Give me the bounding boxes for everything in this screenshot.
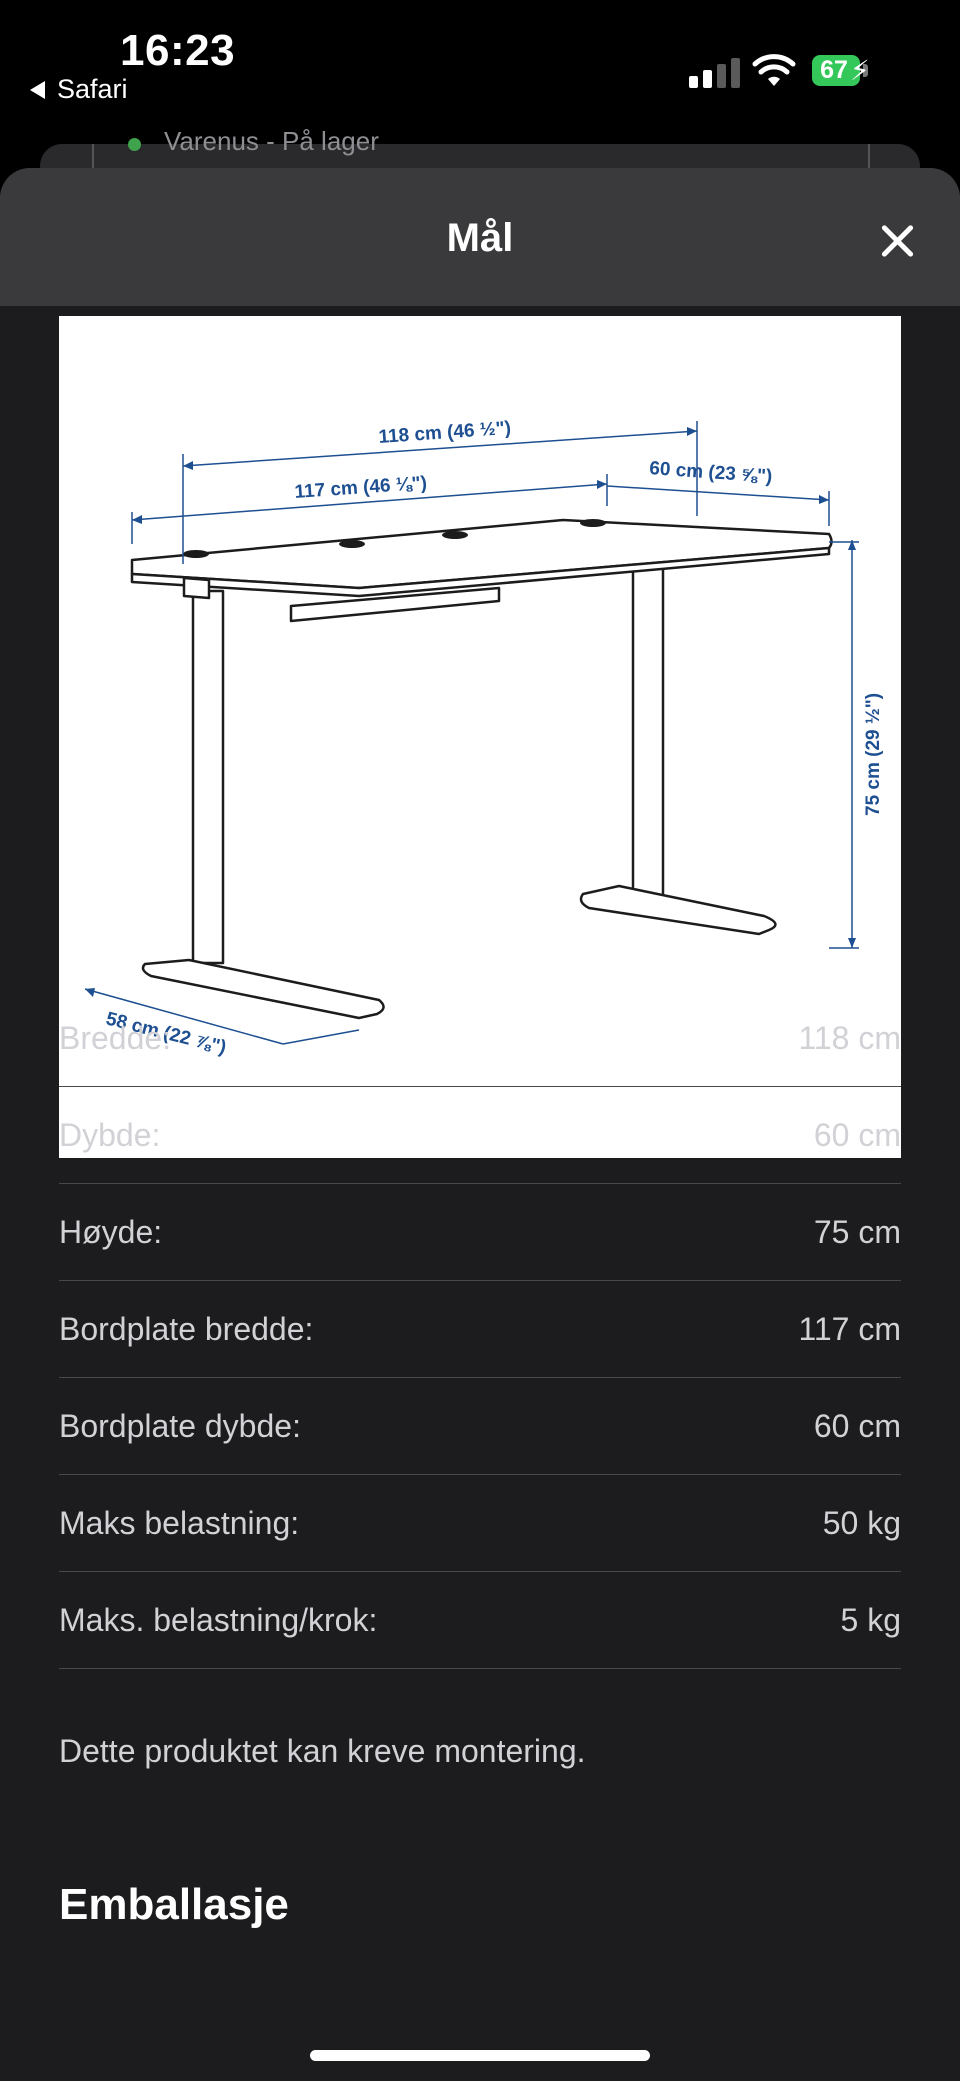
spec-label: Bordplate dybde: bbox=[59, 1407, 301, 1444]
label-height: 75 cm (29 ½") bbox=[863, 693, 884, 816]
leg-bracket bbox=[182, 576, 211, 600]
close-button[interactable] bbox=[874, 218, 920, 264]
charging-bolt-icon: ⚡ bbox=[850, 55, 870, 86]
spec-value: 117 cm bbox=[798, 1310, 901, 1347]
label-top-depth: 60 cm (23 ⅝") bbox=[649, 458, 773, 488]
back-foot bbox=[579, 884, 777, 936]
spec-row: Bordplate bredde: 117 cm bbox=[59, 1281, 901, 1378]
spec-label: Bredde: bbox=[59, 1019, 172, 1056]
cable-hole-4 bbox=[580, 519, 606, 527]
spec-value: 75 cm bbox=[813, 1213, 901, 1250]
spec-value: 5 kg bbox=[840, 1601, 901, 1638]
spec-value: 60 cm bbox=[813, 1116, 901, 1153]
cable-hole-3 bbox=[442, 531, 468, 539]
back-to-app-button[interactable]: Safari bbox=[30, 74, 128, 105]
spec-row: Maks belastning: 50 kg bbox=[59, 1475, 901, 1572]
spec-label: Dybde: bbox=[59, 1116, 161, 1153]
status-time: 16:23 bbox=[120, 26, 236, 75]
home-indicator[interactable] bbox=[310, 2050, 650, 2061]
spec-row: Maks. belastning/krok: 5 kg bbox=[59, 1572, 901, 1669]
back-app-label: Safari bbox=[57, 74, 128, 104]
sheet-header: Mål bbox=[0, 168, 960, 306]
spec-row: Bordplate dybde: 60 cm bbox=[59, 1378, 901, 1475]
back-triangle-icon bbox=[30, 80, 45, 99]
specifications-list: Bredde: 118 cm Dybde: 60 cm Høyde: 75 cm… bbox=[59, 990, 901, 1669]
spec-label: Bordplate bredde: bbox=[59, 1310, 314, 1347]
wifi-icon bbox=[752, 54, 796, 86]
spec-row: Høyde: 75 cm bbox=[59, 1184, 901, 1281]
stock-status-dot-icon bbox=[128, 138, 141, 151]
cable-hole-2 bbox=[339, 540, 365, 548]
spec-value: 60 cm bbox=[813, 1407, 901, 1444]
spec-value: 50 kg bbox=[822, 1504, 901, 1541]
spec-label: Maks belastning: bbox=[59, 1504, 300, 1541]
cable-hole-1 bbox=[183, 550, 209, 558]
back-leg bbox=[631, 564, 665, 898]
assembly-note: Dette produktet kan kreve montering. bbox=[59, 1733, 586, 1769]
spec-value: 118 cm bbox=[798, 1019, 901, 1056]
status-bar: 16:23 Safari 67 ⚡ bbox=[0, 0, 960, 140]
availability-text: Varenus - På lager bbox=[164, 126, 379, 156]
spec-row: Bredde: 118 cm bbox=[59, 990, 901, 1087]
spec-label: Maks. belastning/krok: bbox=[59, 1601, 378, 1638]
front-leg bbox=[191, 589, 225, 965]
label-total-width: 118 cm (46 ½") bbox=[378, 418, 512, 448]
packaging-section-title: Emballasje bbox=[59, 1880, 289, 1929]
spec-label: Høyde: bbox=[59, 1213, 163, 1250]
cellular-signal-icon bbox=[689, 58, 740, 88]
battery-level: 67 bbox=[820, 56, 848, 84]
spec-row: Dybde: 60 cm bbox=[59, 1087, 901, 1184]
sheet-title: Mål bbox=[446, 216, 514, 260]
